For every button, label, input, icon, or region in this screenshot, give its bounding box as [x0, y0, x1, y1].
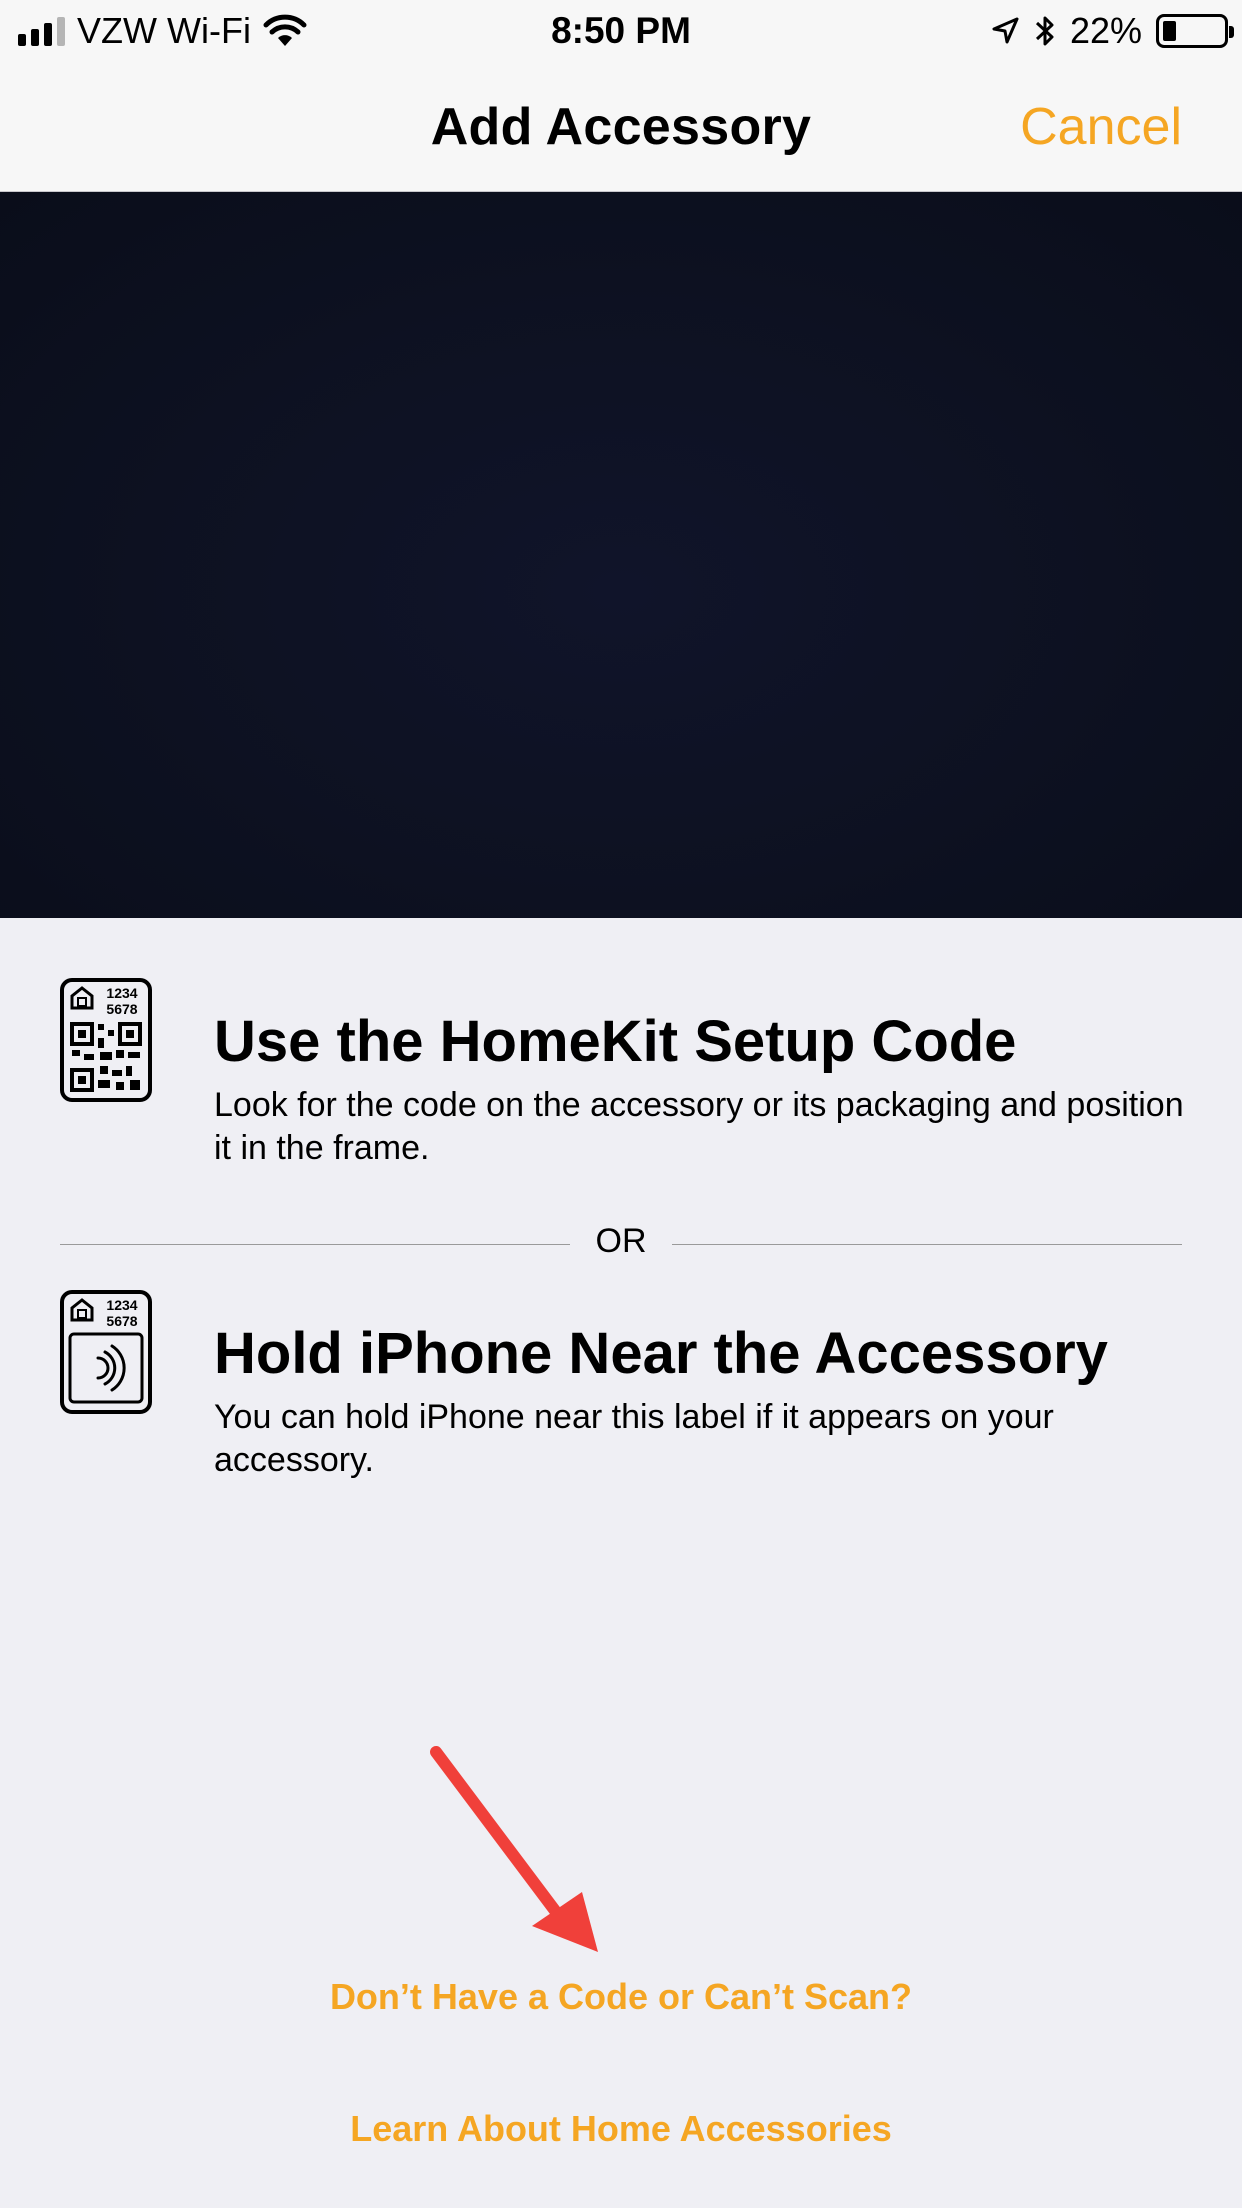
icon-code-line2: 5678 [106, 1001, 137, 1017]
homekit-nfc-icon: 1234 5678 [60, 1290, 152, 1414]
icon-code-line1: 1234 [106, 985, 137, 1001]
homekit-qr-code-icon: 1234 5678 [60, 978, 152, 1102]
option-title: Hold iPhone Near the Accessory [214, 1321, 1108, 1386]
cancel-button[interactable]: Cancel [1020, 97, 1182, 157]
status-right: 22% [990, 10, 1234, 52]
or-divider: OR [60, 1222, 1182, 1284]
navigation-bar: Add Accessory Cancel [0, 62, 1242, 192]
or-label: OR [595, 1222, 647, 1260]
option-nfc: 1234 5678 Hold iPhone Near the Accessory… [60, 1290, 1190, 1490]
icon-code-line1: 1234 [106, 1297, 137, 1313]
status-bar: VZW Wi-Fi 8:50 PM 22% [0, 0, 1242, 62]
icon-code-line2: 5678 [106, 1313, 137, 1329]
option-description: You can hold iPhone near this label if i… [214, 1398, 1054, 1479]
no-code-link[interactable]: Don’t Have a Code or Can’t Scan? [0, 1976, 1242, 2018]
battery-icon [1156, 14, 1234, 48]
battery-percent: 22% [1069, 10, 1142, 51]
red-arrow-annotation-icon [430, 1746, 598, 1952]
camera-viewfinder [0, 192, 1242, 918]
bluetooth-icon [1035, 16, 1054, 46]
learn-about-accessories-link[interactable]: Learn About Home Accessories [0, 2108, 1242, 2150]
location-arrow-icon [992, 17, 1019, 44]
option-setup-code: 1234 5678 Use the HomeKit Setup Code Loo… [60, 978, 1190, 1178]
option-title: Use the HomeKit Setup Code [214, 1009, 1017, 1074]
option-description: Look for the code on the accessory or it… [214, 1086, 1184, 1167]
